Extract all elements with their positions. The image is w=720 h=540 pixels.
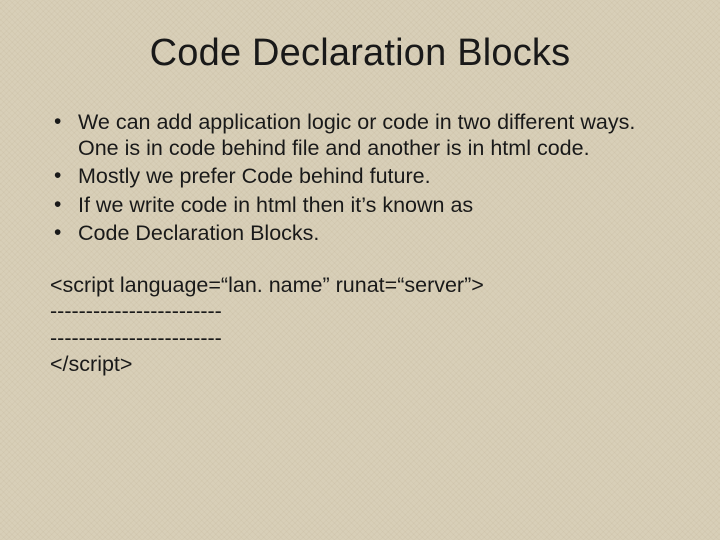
list-item: If we write code in html then it’s known… bbox=[50, 192, 674, 218]
code-line: <script language=“lan. name” runat=“serv… bbox=[50, 272, 674, 298]
list-item: We can add application logic or code in … bbox=[50, 109, 674, 161]
code-line: ------------------------ bbox=[50, 325, 674, 351]
code-line: ------------------------ bbox=[50, 298, 674, 324]
code-block: <script language=“lan. name” runat=“serv… bbox=[50, 272, 674, 377]
slide-title: Code Declaration Blocks bbox=[46, 32, 674, 75]
code-line: </script> bbox=[50, 351, 674, 377]
slide: Code Declaration Blocks We can add appli… bbox=[0, 0, 720, 540]
bullet-list: We can add application logic or code in … bbox=[50, 109, 674, 246]
list-item: Mostly we prefer Code behind future. bbox=[50, 163, 674, 189]
list-item: Code Declaration Blocks. bbox=[50, 220, 674, 246]
